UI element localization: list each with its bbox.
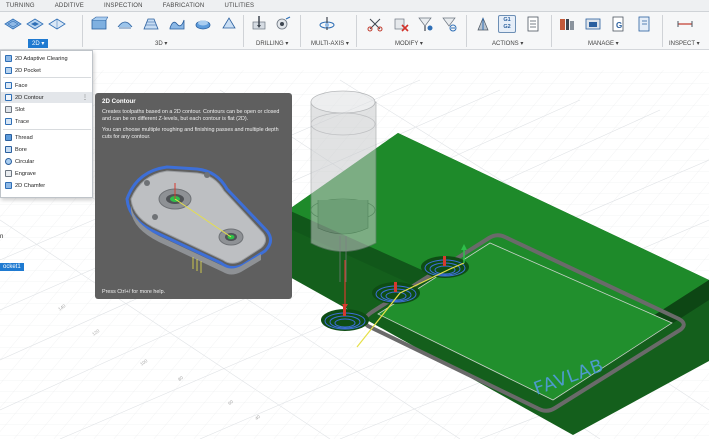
- menu-item-2d-chamfer[interactable]: 2D Chamfer: [1, 180, 92, 191]
- menu-item-label: Face: [15, 82, 28, 89]
- menu-item-slot[interactable]: Slot: [1, 104, 92, 115]
- 3d-flow-icon[interactable]: [194, 15, 212, 33]
- thread-icon: [5, 134, 12, 141]
- tab-inspection[interactable]: INSPECTION: [98, 3, 157, 9]
- svg-text:G: G: [616, 21, 622, 30]
- simulate-icon[interactable]: [474, 15, 492, 33]
- post-process-icon[interactable]: G1 G2: [498, 15, 516, 33]
- 2d-adaptive-clearing-icon[interactable]: [4, 15, 22, 33]
- hole-toolpath-3[interactable]: [421, 256, 469, 278]
- 2d-pocket-icon: [5, 67, 12, 74]
- 3d-adaptive-icon[interactable]: [90, 15, 109, 33]
- trace-icon: [5, 118, 12, 125]
- menu-item-label: Circular: [15, 158, 35, 165]
- delete-toolpath-icon[interactable]: [392, 15, 410, 33]
- menu-separator: [3, 77, 91, 78]
- ribbon-separator: [243, 15, 244, 47]
- more-options-icon[interactable]: ⋮: [82, 94, 88, 101]
- menu-separator: [3, 129, 91, 130]
- menu-item-label: Slot: [15, 106, 25, 113]
- bore-icon: [5, 146, 12, 153]
- engrave-icon: [5, 170, 12, 177]
- ribbon-toolbar: 2D ▾ 3D ▾ DRILLING ▾ MULTI-AXIS ▾ MODIFY…: [0, 12, 709, 50]
- manage-group-dropdown[interactable]: MANAGE ▾: [588, 40, 619, 47]
- ribbon-separator: [356, 15, 357, 47]
- face-icon: [5, 82, 12, 89]
- modify-group-dropdown[interactable]: MODIFY ▾: [395, 40, 423, 47]
- menu-item-2d-adaptive-clearing[interactable]: 2D Adaptive Clearing: [1, 53, 92, 64]
- 3d-group-dropdown[interactable]: 3D ▾: [155, 40, 167, 47]
- menu-item-engrave[interactable]: Engrave: [1, 168, 92, 179]
- trim-toolpath-icon[interactable]: [366, 15, 384, 33]
- menu-item-label: Thread: [15, 134, 33, 141]
- menu-item-label: Bore: [15, 146, 27, 153]
- tool-library-icon[interactable]: [558, 15, 576, 33]
- menu-item-circular[interactable]: Circular: [1, 156, 92, 167]
- tooltip-illustration: [125, 165, 272, 275]
- multi-axis-icon[interactable]: [318, 15, 336, 33]
- menu-item-label: 2D Contour: [15, 94, 44, 101]
- ribbon-separator: [300, 15, 301, 47]
- ribbon-separator: [662, 15, 663, 47]
- menu-item-label: Trace: [15, 118, 30, 125]
- g2-label: G2: [503, 24, 511, 30]
- 3d-steep-shallow-icon[interactable]: [142, 15, 160, 33]
- menu-item-label: 2D Pocket: [15, 67, 41, 74]
- workspace-tab-bar: TURNING ADDITIVE INSPECTION FABRICATION …: [0, 0, 709, 12]
- browser-node-pocket[interactable]: ocket1: [0, 263, 24, 271]
- drilling-group-dropdown[interactable]: DRILLING ▾: [256, 40, 288, 47]
- measure-icon[interactable]: [676, 15, 694, 33]
- tab-turning[interactable]: TURNING: [0, 3, 49, 9]
- tab-utilities[interactable]: UTILITIES: [218, 3, 268, 9]
- tab-fabrication[interactable]: FABRICATION: [157, 3, 219, 9]
- inspect-group-dropdown[interactable]: INSPECT ▾: [669, 40, 700, 47]
- 2d-contour-icon: [5, 94, 12, 101]
- menu-item-face[interactable]: Face: [1, 80, 92, 91]
- 2d-pocket-icon[interactable]: [26, 15, 44, 33]
- pattern-icon[interactable]: [416, 15, 434, 33]
- menu-item-label: 2D Adaptive Clearing: [15, 55, 68, 62]
- tab-additive[interactable]: ADDITIVE: [49, 3, 98, 9]
- machine-library-icon[interactable]: [584, 15, 602, 33]
- multi-axis-group-dropdown[interactable]: MULTI-AXIS ▾: [311, 40, 349, 47]
- tooltip-title: 2D Contour: [102, 98, 136, 105]
- actions-group-dropdown[interactable]: ACTIONS ▾: [492, 40, 523, 47]
- setup-sheet-icon[interactable]: [524, 15, 542, 33]
- template-library-icon[interactable]: [636, 15, 654, 33]
- post-library-icon[interactable]: G: [610, 15, 628, 33]
- menu-item-thread[interactable]: Thread: [1, 132, 92, 143]
- tooltip-description: Creates toolpaths based on a 2D contour.…: [102, 109, 280, 122]
- circular-icon: [5, 158, 12, 165]
- drill-icon[interactable]: [250, 15, 268, 33]
- 2d-chamfer-icon: [5, 182, 12, 189]
- slot-icon: [5, 106, 12, 113]
- 2d-dropdown-menu: 2D Adaptive Clearing 2D Pocket Face 2D C…: [0, 50, 93, 198]
- 3d-pocket-icon[interactable]: [116, 15, 134, 33]
- manual-nc-icon[interactable]: [440, 15, 458, 33]
- menu-item-bore[interactable]: Bore: [1, 144, 92, 155]
- hole-toolpath-2[interactable]: [372, 282, 420, 304]
- menu-item-2d-pocket[interactable]: 2D Pocket: [1, 65, 92, 76]
- ribbon-separator: [466, 15, 467, 47]
- ribbon-separator: [551, 15, 552, 47]
- 2d-contour-tooltip: 2D Contour Creates toolpaths based on a …: [95, 93, 292, 299]
- tool-holder-cylinder[interactable]: [310, 90, 377, 252]
- 2d-group-dropdown[interactable]: 2D ▾: [28, 39, 49, 48]
- 3d-scallop-icon[interactable]: [168, 15, 186, 33]
- 2d-adaptive-clearing-icon: [5, 55, 12, 62]
- tooltip-footer: Press Ctrl+/ for more help.: [102, 289, 166, 295]
- g1-label: G1: [503, 17, 511, 23]
- menu-item-trace[interactable]: Trace: [1, 116, 92, 127]
- tooltip-description-2: You can choose multiple roughing and fin…: [102, 127, 279, 140]
- hole-recognition-icon[interactable]: [274, 15, 292, 33]
- 3d-more-icon[interactable]: [220, 15, 238, 33]
- menu-item-label: 2D Chamfer: [15, 182, 46, 189]
- menu-item-label: Engrave: [15, 170, 36, 177]
- face-icon[interactable]: [48, 15, 66, 33]
- ribbon-separator: [82, 15, 83, 47]
- menu-item-2d-contour[interactable]: 2D Contour ⋮: [1, 92, 92, 103]
- browser-fragment: n: [0, 234, 4, 240]
